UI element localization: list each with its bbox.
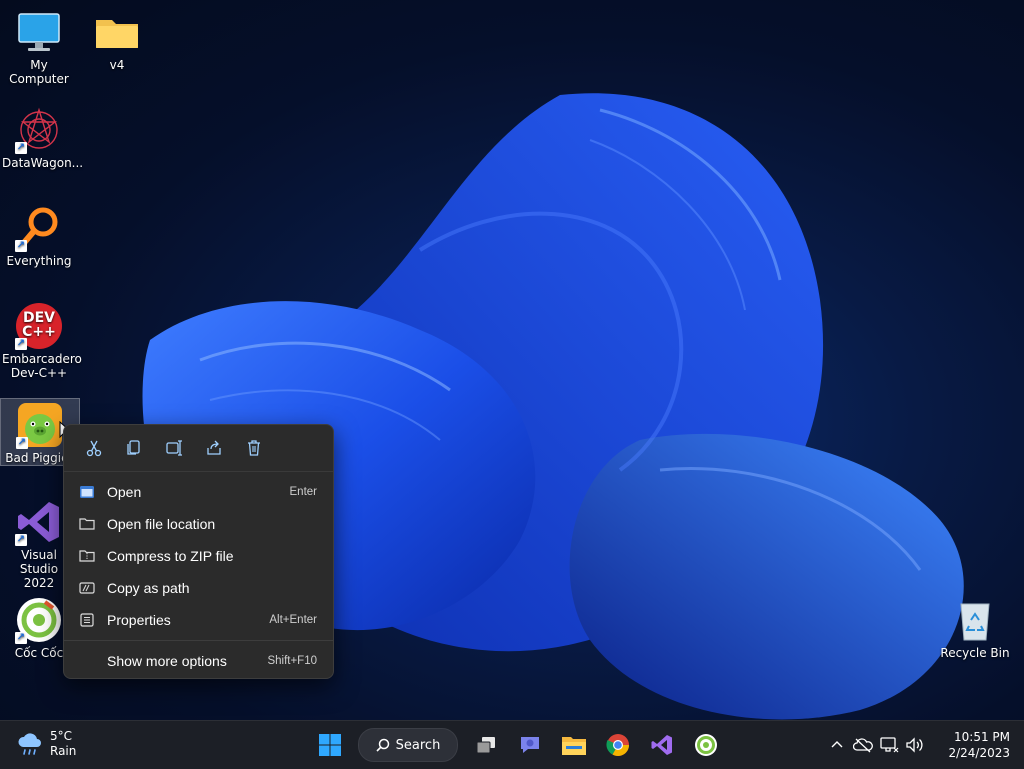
clock-time: 10:51 PM xyxy=(954,730,1010,744)
task-view-button[interactable] xyxy=(466,727,506,763)
desktop-icon-recycle-bin[interactable]: Recycle Bin xyxy=(936,588,1014,660)
devcpp-icon: DEV C++ ↗ xyxy=(15,302,63,350)
network-icon xyxy=(880,737,899,753)
desktop-icon-my-computer[interactable]: My Computer xyxy=(0,0,78,86)
shortcut-arrow-icon: ↗ xyxy=(15,632,27,644)
shortcut-arrow-icon: ↗ xyxy=(15,534,27,546)
copy-icon xyxy=(127,440,140,455)
share-icon xyxy=(207,440,221,455)
recycle-bin-icon xyxy=(951,596,999,644)
open-icon xyxy=(78,484,96,500)
search-label: Search xyxy=(395,737,441,753)
weather-condition: Rain xyxy=(50,744,77,758)
cut-icon xyxy=(86,440,102,457)
system-tray: 10:51 PM 2/24/2023 xyxy=(824,721,1010,769)
network-button[interactable] xyxy=(878,734,900,756)
desktop-icon-label: Everything xyxy=(6,254,72,268)
visual-studio-taskbar-button[interactable] xyxy=(642,727,682,763)
visual-studio-icon: ↗ xyxy=(15,498,63,546)
menu-item-properties[interactable]: Properties Alt+Enter xyxy=(64,604,333,636)
coccoc-icon xyxy=(695,734,717,756)
show-hidden-icons-button[interactable] xyxy=(826,734,848,756)
weather-temp: 5°C xyxy=(50,729,73,743)
desktop-icon-label: DataWagon... xyxy=(2,156,84,170)
coccoc-icon: ↗ xyxy=(15,596,63,644)
chevron-up-icon xyxy=(831,741,843,748)
menu-separator xyxy=(64,640,333,641)
rename-icon xyxy=(166,440,182,456)
datawagon-icon: ↗ xyxy=(15,106,63,154)
menu-item-open-file-location[interactable]: Open file location xyxy=(64,508,333,540)
shortcut-arrow-icon: ↗ xyxy=(15,338,27,350)
visual-studio-icon xyxy=(651,735,672,755)
menu-item-label: Copy as path xyxy=(107,580,190,596)
menu-item-show-more-options[interactable]: Show more options Shift+F10 xyxy=(64,645,333,677)
share-button[interactable] xyxy=(194,431,234,465)
teams-chat-icon xyxy=(521,737,539,753)
file-explorer-button[interactable] xyxy=(554,727,594,763)
menu-item-label: Show more options xyxy=(107,653,227,669)
menu-item-label: Properties xyxy=(107,612,171,628)
cut-button[interactable] xyxy=(74,431,114,465)
menu-item-label: Open xyxy=(107,484,142,500)
rain-cloud-icon xyxy=(18,733,41,755)
shortcut-arrow-icon: ↗ xyxy=(16,437,28,449)
desktop-icon-datawagon[interactable]: ↗ DataWagon... xyxy=(0,98,84,170)
menu-item-compress-zip[interactable]: Compress to ZIP file xyxy=(64,540,333,572)
bad-piggies-icon: ↗ xyxy=(16,401,64,449)
shortcut-arrow-icon: ↗ xyxy=(15,142,27,154)
onedrive-offline-icon xyxy=(853,738,873,753)
menu-item-shortcut: Enter xyxy=(289,486,318,498)
chrome-button[interactable] xyxy=(598,727,638,763)
magnifier-icon: ↗ xyxy=(15,204,63,252)
desktop-icon-label: Recycle Bin xyxy=(940,646,1010,660)
delete-button[interactable] xyxy=(234,431,274,465)
search-icon xyxy=(376,738,389,752)
context-menu-toolbar xyxy=(64,425,333,472)
desktop-icon-label: Embarcadero Dev-C++ xyxy=(2,352,82,380)
shortcut-arrow-icon: ↗ xyxy=(15,240,27,252)
taskbar-clock[interactable]: 10:51 PM 2/24/2023 xyxy=(948,729,1010,761)
desktop-icon-v4[interactable]: v4 xyxy=(78,0,156,72)
menu-item-copy-as-path[interactable]: Copy as path xyxy=(64,572,333,604)
teams-chat-button[interactable] xyxy=(510,727,550,763)
desktop-icon-everything[interactable]: ↗ Everything xyxy=(0,196,78,268)
menu-item-label: Compress to ZIP file xyxy=(107,548,234,564)
menu-item-shortcut: Shift+F10 xyxy=(267,655,317,667)
coccoc-taskbar-button[interactable] xyxy=(686,727,726,763)
delete-icon xyxy=(248,440,260,456)
desktop-icon-devcpp[interactable]: DEV C++ ↗ Embarcadero Dev-C++ xyxy=(0,294,82,380)
taskbar-apps: Search xyxy=(308,727,728,763)
file-explorer-icon xyxy=(562,737,586,755)
volume-icon xyxy=(906,737,923,753)
properties-icon xyxy=(78,612,96,628)
desktop-icon-label: v4 xyxy=(109,58,125,72)
desktop-icon-label: My Computer xyxy=(9,58,69,86)
taskbar-search-button[interactable]: Search xyxy=(358,728,458,762)
menu-item-label: Open file location xyxy=(107,516,216,532)
clock-date: 2/24/2023 xyxy=(948,746,1010,760)
monitor-icon xyxy=(15,8,63,56)
context-menu: Open Enter Open file location Compress t… xyxy=(63,424,334,679)
menu-item-open[interactable]: Open Enter xyxy=(64,476,333,508)
folder-icon xyxy=(93,8,141,56)
volume-button[interactable] xyxy=(904,734,926,756)
taskbar: 5°C Rain Search 10:51 PM 2/24/2023 xyxy=(0,720,1024,769)
zip-icon xyxy=(78,548,96,564)
menu-item-shortcut: Alt+Enter xyxy=(269,614,317,626)
weather-widget[interactable]: 5°C Rain xyxy=(16,729,76,759)
start-button[interactable] xyxy=(310,727,350,763)
task-view-icon xyxy=(476,737,495,754)
path-icon xyxy=(78,580,96,596)
copy-button[interactable] xyxy=(114,431,154,465)
onedrive-button[interactable] xyxy=(852,734,874,756)
devcpp-badge: DEV C++ xyxy=(22,310,56,340)
chrome-icon xyxy=(606,734,629,756)
folder-open-icon xyxy=(78,516,96,532)
rename-button[interactable] xyxy=(154,431,194,465)
start-icon xyxy=(319,734,341,756)
